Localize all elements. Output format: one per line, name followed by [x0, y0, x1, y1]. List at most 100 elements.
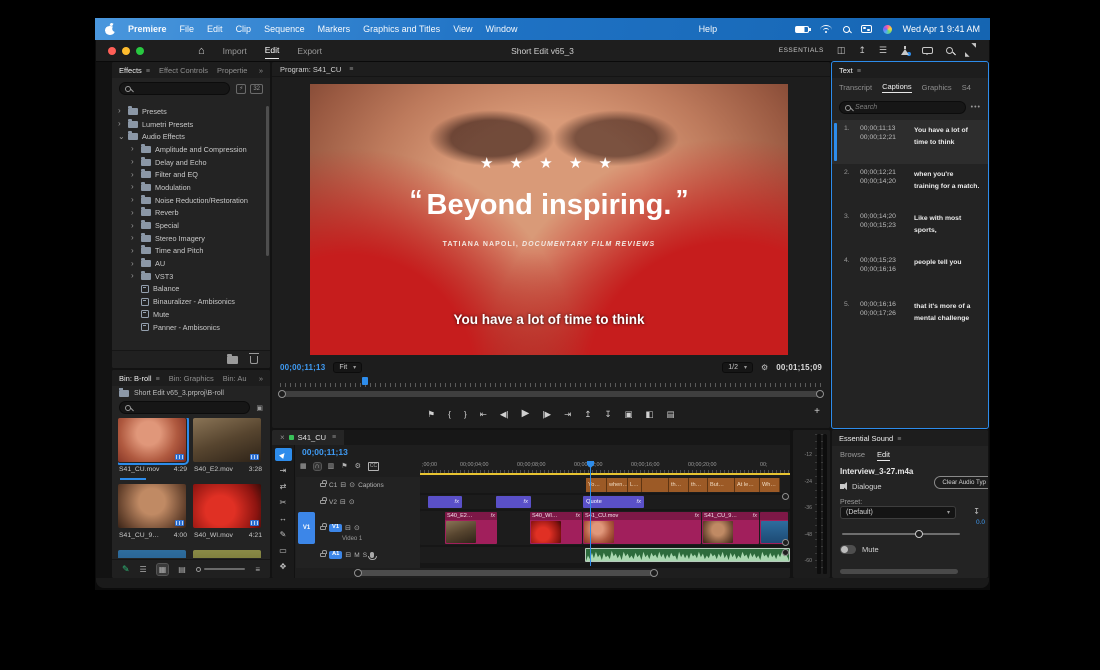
effects-tree-item[interactable]: Stereo Imagery	[118, 232, 264, 245]
mute-track-button[interactable]: M	[354, 552, 359, 559]
scroll-handle-left[interactable]	[354, 569, 362, 577]
bin-clip[interactable]: S41_CU.mov 4:29	[118, 418, 189, 480]
caption-clip[interactable]: Wh…	[760, 478, 780, 492]
program-mini-timeline[interactable]	[280, 376, 822, 387]
chevron-icon[interactable]	[131, 260, 137, 268]
effects-scrollbar[interactable]	[266, 106, 269, 256]
program-current-timecode[interactable]: 00;00;11;13	[280, 363, 325, 372]
mute-toggle[interactable]	[840, 545, 856, 554]
effects-tree-item[interactable]: Noise Reduction/Restoration	[118, 194, 264, 207]
chevron-icon[interactable]	[131, 171, 137, 179]
clear-audio-type-button[interactable]: Clear Audio Typ	[934, 476, 988, 489]
delete-icon[interactable]	[249, 352, 259, 364]
text-panel-title[interactable]: Text ≡	[839, 66, 861, 75]
track-resize-handle[interactable]	[782, 549, 789, 556]
effects-tree-item[interactable]: Time and Pitch	[118, 245, 264, 258]
tab-transcript[interactable]: Transcript	[839, 83, 872, 92]
essential-sound-title[interactable]: Essential Sound ≡	[839, 434, 901, 443]
track-resize-handle[interactable]	[782, 493, 789, 500]
chevron-icon[interactable]	[118, 133, 124, 141]
clip-thumbnail[interactable]	[118, 550, 186, 558]
video-clip[interactable]: S41_CU_9… fx	[702, 512, 759, 544]
scroll-handle-right[interactable]	[650, 569, 658, 577]
lock-icon[interactable]	[320, 480, 327, 488]
effects-tree-item[interactable]: Lumetri Presets	[118, 118, 264, 131]
bin-clip[interactable]	[118, 550, 188, 558]
tab-effect-controls[interactable]: Effect Controls	[159, 66, 208, 75]
new-custom-bin-icon[interactable]	[227, 353, 238, 364]
menu-item[interactable]: Help	[699, 24, 718, 34]
spotlight-search-icon[interactable]	[842, 25, 850, 33]
panel-scrollbar[interactable]	[840, 569, 958, 574]
header-search-icon[interactable]	[946, 47, 953, 54]
clip-volume-slider[interactable]	[842, 529, 960, 538]
lift-icon[interactable]: ↥	[584, 410, 591, 419]
toggle-track-output-icon[interactable]: ⊙	[354, 525, 360, 532]
play-icon[interactable]: ▶	[522, 409, 530, 419]
header-nav-tab[interactable]: Import	[223, 43, 247, 59]
a1-track-target[interactable]: A1	[329, 551, 343, 559]
lock-icon[interactable]	[320, 523, 327, 531]
go-to-out-icon[interactable]: ⇥	[564, 410, 571, 419]
panel-menu-icon[interactable]: ≡	[349, 66, 353, 73]
captions-display-icon[interactable]: CC	[367, 462, 380, 471]
chevron-icon[interactable]	[131, 272, 137, 280]
accelerated-effects-filter-icon[interactable]: ⚡	[236, 83, 247, 94]
caption-track-channel[interactable]: C1	[329, 482, 337, 489]
preset-select[interactable]: (Default) ▾	[840, 506, 956, 519]
video-clip[interactable]: S41_CU.mov fx	[583, 512, 701, 544]
sort-icons-icon[interactable]: ≡	[255, 565, 260, 574]
control-center-icon[interactable]	[860, 25, 872, 33]
program-playhead[interactable]	[362, 377, 368, 385]
graphic-clip[interactable]: Quote fx	[583, 496, 644, 508]
chevron-icon[interactable]	[131, 158, 137, 166]
effects-tree-item[interactable]: Panner - Ambisonics	[118, 321, 264, 334]
menu-item[interactable]: View	[453, 24, 472, 34]
bin-search-input[interactable]	[119, 401, 251, 414]
linked-selection-icon[interactable]: ▥	[328, 462, 335, 470]
chevron-icon[interactable]	[118, 107, 124, 115]
bin-clip[interactable]: S40_WI.mov 4:21	[193, 484, 263, 546]
button-editor-icon[interactable]: +	[814, 406, 820, 417]
chevron-icon[interactable]	[131, 247, 137, 255]
caption-text[interactable]: Like with most sports,	[914, 213, 980, 247]
clip-thumbnail[interactable]	[118, 418, 189, 465]
timeline-scrollbar[interactable]	[296, 569, 790, 577]
scroll-handle-right[interactable]	[816, 390, 824, 398]
chevron-icon[interactable]	[131, 196, 137, 204]
tab-edit[interactable]: Edit	[877, 450, 890, 461]
zoom-level-select[interactable]: Fit ▾	[333, 362, 363, 373]
panel-menu-icon[interactable]: ≡	[332, 434, 336, 441]
playback-resolution-select[interactable]: 1/2 ▾	[722, 362, 754, 373]
writable-pencil-icon[interactable]: ✎	[122, 564, 130, 575]
captions-lane[interactable]: Yo… when… L… th… th… But… At le… Wh…	[420, 477, 790, 493]
effects-tree-item[interactable]: Modulation	[118, 181, 264, 194]
marker-icon[interactable]: ⚑	[341, 462, 347, 470]
timeline-tracks[interactable]: Yo… when… L… th… th… But… At le… Wh… fx fx	[420, 477, 790, 568]
mark-in-icon[interactable]: {	[448, 410, 451, 419]
caption-clip[interactable]: At le…	[735, 478, 760, 492]
menu-item[interactable]: Clip	[236, 24, 252, 34]
caption-clip[interactable]: th…	[669, 478, 689, 492]
panel-menu-icon[interactable]: ≡	[156, 376, 160, 383]
clip-thumbnail[interactable]	[193, 550, 261, 558]
effects-tree-item[interactable]: Audio Effects	[118, 130, 264, 143]
comparison-view-icon[interactable]: ◧	[645, 410, 653, 419]
caption-clip[interactable]: when…	[607, 478, 628, 492]
selection-tool[interactable]: ▶	[274, 448, 292, 461]
multi-camera-icon[interactable]: ▤	[667, 410, 675, 419]
more-options-icon[interactable]: •••	[971, 104, 981, 111]
photos-app-icon[interactable]	[882, 24, 892, 34]
video-clip[interactable]: S40_WI… fx	[530, 512, 582, 544]
tab-bin-broll[interactable]: Bin: B-roll ≡	[119, 374, 160, 383]
v2-track-channel[interactable]: V2	[329, 499, 337, 506]
icon-view-icon[interactable]: ▦	[155, 562, 170, 576]
tab-overflow-icon[interactable]: »	[259, 66, 263, 75]
save-preset-icon[interactable]: ↧	[973, 507, 980, 516]
slider-knob[interactable]	[195, 566, 201, 572]
a1-lane[interactable]	[420, 547, 790, 563]
settings-wrench-icon[interactable]: ⚙	[761, 363, 768, 372]
captions-search-input[interactable]: Search	[839, 101, 966, 114]
beta-features-icon[interactable]	[900, 46, 911, 56]
menu-item[interactable]: Premiere	[128, 24, 167, 34]
